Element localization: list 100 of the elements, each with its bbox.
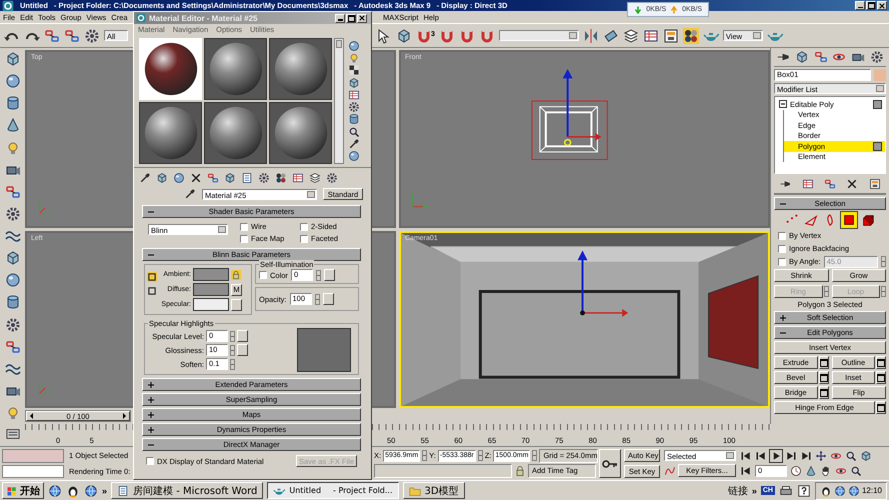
spinner-arrows-icon[interactable] [230, 358, 235, 370]
spinner-arrows-icon[interactable] [230, 330, 235, 342]
spinner-arrows-icon[interactable] [316, 270, 321, 280]
table-icon[interactable] [802, 178, 814, 190]
cube-icon[interactable] [794, 50, 809, 64]
show-result-icon[interactable] [873, 100, 882, 109]
previous-icon[interactable] [740, 450, 752, 462]
checkbox[interactable] [240, 234, 248, 242]
spinner-arrows-icon[interactable] [881, 286, 886, 297]
gear-icon[interactable] [4, 206, 20, 222]
start-button[interactable]: 开始 [2, 482, 44, 499]
taskbar-button[interactable]: 3D模型 [402, 482, 465, 499]
cube-icon[interactable] [4, 51, 20, 67]
zoom-icon[interactable] [850, 465, 862, 478]
cube-icon[interactable] [224, 172, 236, 184]
map-slot-button[interactable] [237, 330, 248, 342]
checkbox[interactable] [778, 232, 786, 240]
next-icon[interactable] [785, 450, 797, 462]
lock-icon[interactable] [514, 465, 526, 478]
zoom-icon[interactable] [348, 126, 360, 138]
zoom-icon[interactable] [845, 450, 857, 462]
cube-icon[interactable] [396, 28, 412, 44]
link-icon[interactable] [44, 28, 60, 44]
table-icon[interactable] [348, 88, 360, 101]
restore-button[interactable] [866, 1, 876, 10]
spinner-arrows-icon[interactable] [230, 344, 235, 356]
settings-button[interactable] [876, 401, 886, 414]
cone-icon[interactable] [805, 465, 817, 478]
quick-launch-overflow[interactable]: » [102, 486, 108, 496]
gear-icon[interactable] [326, 172, 338, 184]
link-icon[interactable] [814, 50, 828, 64]
map-slot-button[interactable] [324, 269, 335, 281]
checkbox[interactable] [300, 222, 308, 230]
sphere-icon[interactable] [348, 40, 360, 52]
globe-icon[interactable] [48, 484, 62, 498]
cylinder-icon[interactable] [4, 294, 20, 310]
printer-icon[interactable] [778, 484, 793, 498]
gear-icon[interactable] [84, 28, 100, 44]
settings-button[interactable] [818, 356, 828, 369]
map-slot-button[interactable] [231, 298, 242, 310]
delete-icon[interactable] [190, 172, 202, 184]
gear-icon[interactable] [348, 101, 360, 114]
edge-mode-icon[interactable] [803, 212, 819, 228]
globe-icon[interactable] [84, 484, 98, 498]
color-swatch[interactable] [193, 268, 229, 281]
checkbox[interactable] [778, 244, 786, 252]
sphere-icon[interactable] [173, 172, 185, 184]
gear-icon[interactable] [258, 172, 270, 184]
material-editor-icon[interactable] [682, 28, 699, 44]
set-key-button[interactable] [599, 449, 621, 478]
help-icon[interactable] [796, 484, 811, 498]
color-swatch[interactable] [193, 283, 229, 296]
settings-button[interactable] [876, 371, 886, 384]
globe-icon[interactable] [848, 484, 860, 496]
maximize-button[interactable] [346, 14, 356, 22]
maxscript-listener-field[interactable] [2, 449, 64, 462]
gear-icon[interactable] [4, 316, 20, 332]
cylinder-icon[interactable] [4, 95, 20, 112]
pan-icon[interactable] [815, 450, 827, 462]
color-swatch[interactable] [193, 298, 229, 311]
spinner-arrows-icon[interactable] [881, 256, 886, 267]
checkbox[interactable] [778, 258, 786, 266]
sphere-icon[interactable] [348, 150, 360, 162]
spinner-arrows-icon[interactable] [824, 286, 828, 297]
close-button[interactable] [357, 14, 367, 22]
play-icon[interactable] [770, 450, 782, 462]
checkbox[interactable] [146, 457, 154, 465]
schematic-icon[interactable] [868, 178, 881, 190]
lock-icon[interactable] [231, 270, 241, 280]
link-icon[interactable] [207, 172, 219, 184]
angle-snap-icon[interactable] [438, 28, 455, 44]
minimize-button[interactable] [855, 1, 865, 10]
links-toolbar-label[interactable]: 链接 [728, 484, 748, 498]
link-icon[interactable] [824, 178, 836, 190]
time-configuration-icon[interactable] [6, 427, 20, 441]
settings-button[interactable] [818, 371, 828, 384]
clock-icon[interactable] [790, 465, 802, 478]
checkbox[interactable] [240, 222, 248, 230]
percent-snap-icon[interactable] [458, 28, 475, 44]
cylinder-icon[interactable] [348, 113, 360, 126]
tray-overflow[interactable]: » [752, 486, 757, 496]
link-icon[interactable] [4, 338, 20, 355]
spinner-arrows-icon[interactable] [478, 450, 483, 462]
settings-button[interactable] [818, 386, 828, 399]
delete-icon[interactable] [846, 178, 858, 190]
magnet-icon[interactable] [416, 28, 432, 44]
minimize-button[interactable] [335, 14, 345, 22]
spinner-arrows-icon[interactable] [314, 294, 320, 304]
penguin-icon[interactable] [66, 484, 80, 498]
taskbar-button[interactable]: 房间建模 - Microsoft Word [111, 482, 264, 499]
spinner-arrows-icon[interactable] [422, 450, 428, 462]
previous-icon[interactable] [755, 450, 767, 462]
key-mode-icon[interactable] [740, 465, 752, 478]
checkbox[interactable] [259, 271, 267, 279]
cone-icon[interactable] [4, 117, 20, 134]
checker-icon[interactable] [348, 64, 360, 76]
sphere-icon[interactable] [4, 73, 20, 90]
link-icon[interactable] [4, 184, 20, 200]
link-icon[interactable] [64, 28, 80, 44]
gear-icon[interactable] [870, 50, 884, 64]
